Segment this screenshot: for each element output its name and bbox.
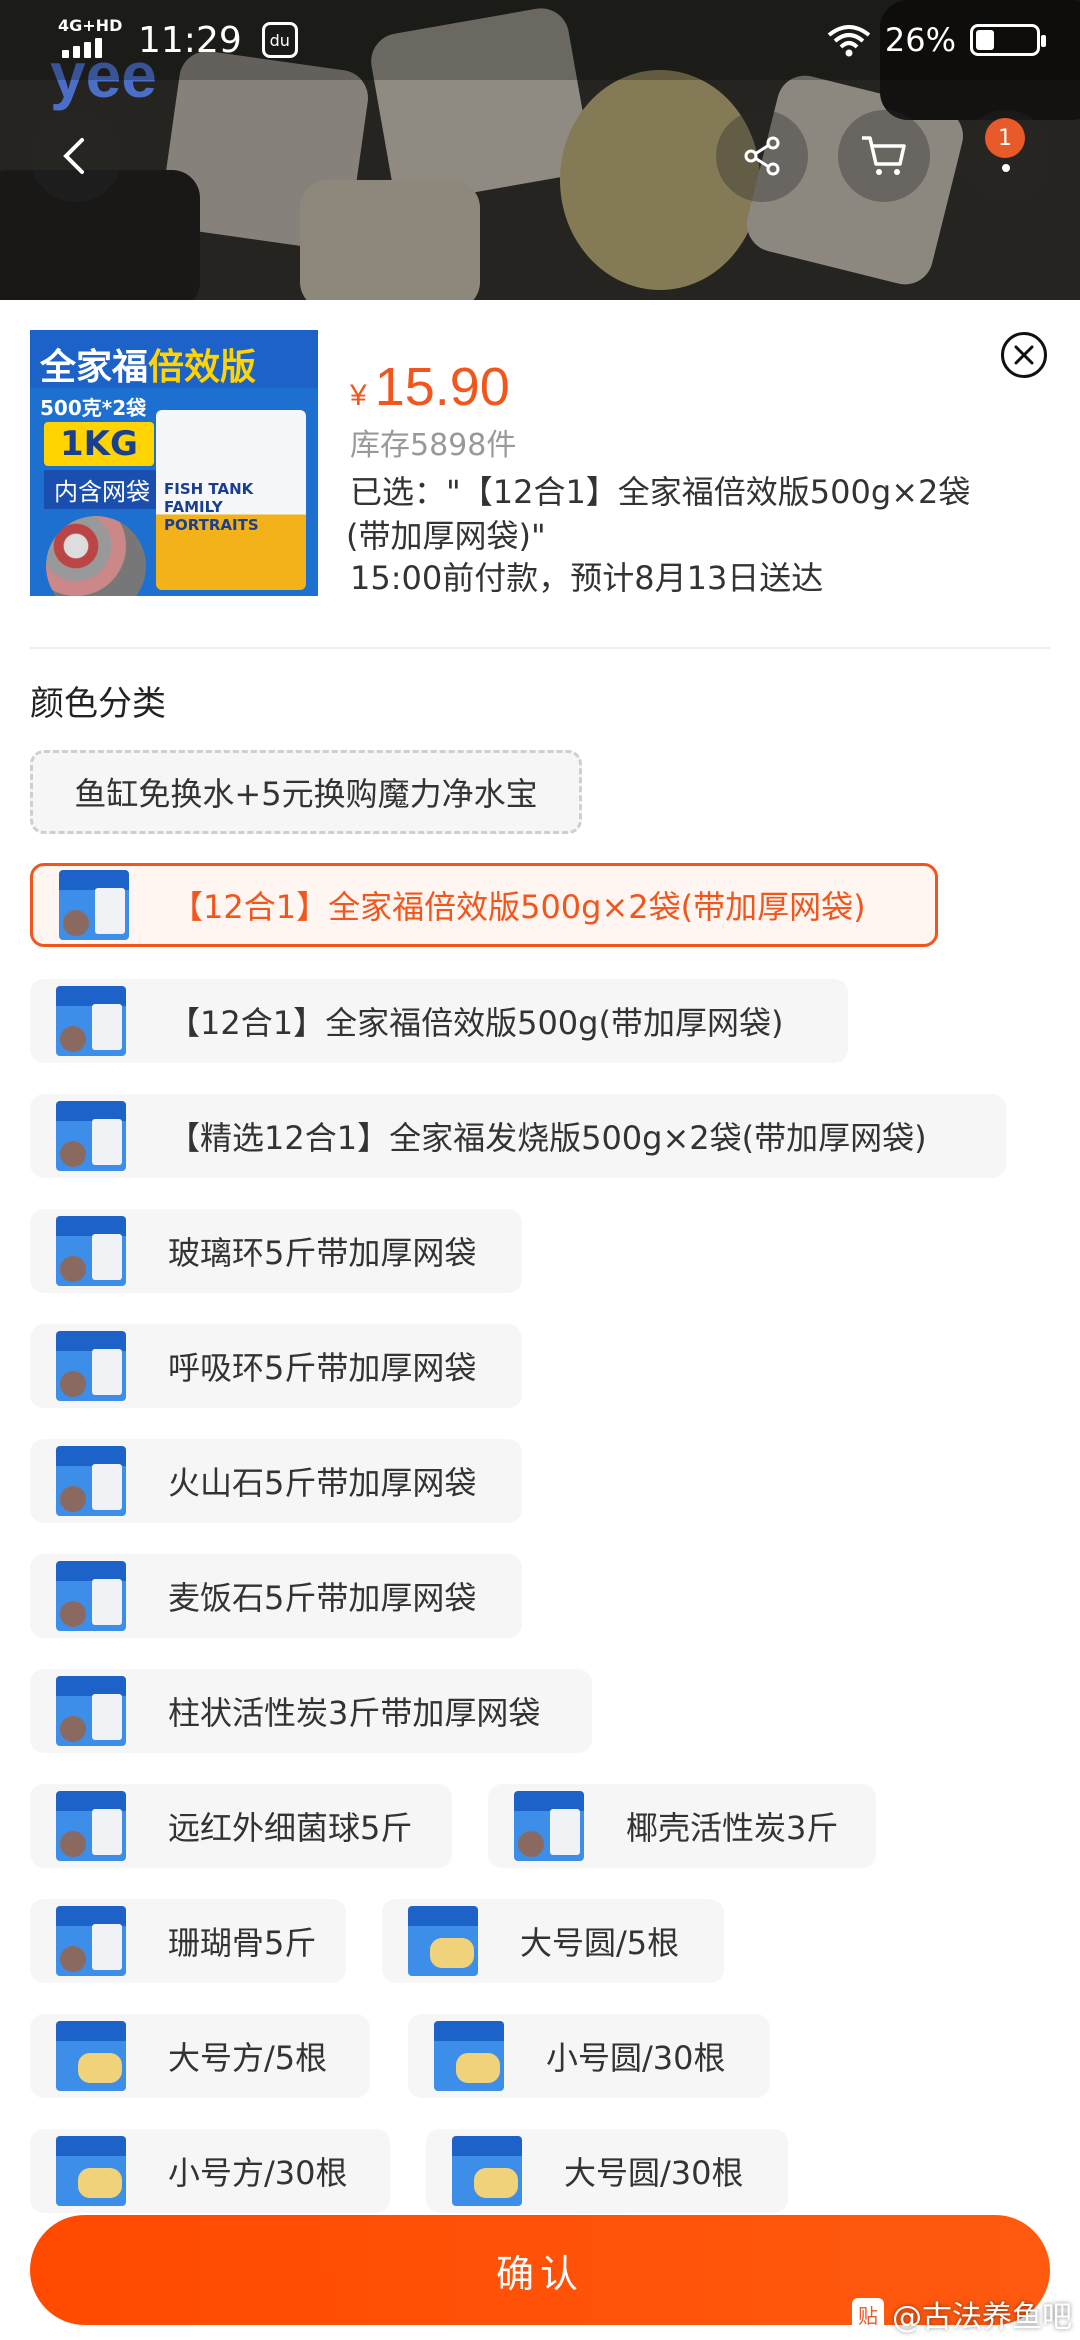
option-thumb [56,1331,126,1401]
share-button[interactable] [716,110,808,202]
option-item[interactable]: 麦饭石5斤带加厚网袋 [30,1554,522,1638]
wifi-icon [827,25,871,57]
option-item[interactable]: 【精选12合1】全家福发烧版500g×2袋(带加厚网袋) [30,1094,1006,1178]
cart-count-badge: 1 [985,118,1025,158]
cellular-signal-icon: 4G+HD [58,18,122,62]
option-thumb [452,2136,522,2206]
option-item[interactable]: 呼吸环5斤带加厚网袋 [30,1324,522,1408]
option-item[interactable]: 珊瑚骨5斤 [30,1899,346,1983]
share-icon [744,136,780,176]
option-thumb [56,1101,126,1171]
clock: 11:29 [138,19,242,61]
thumb-title: 全家福倍效版 [30,330,318,388]
option-item[interactable]: 大号方/5根 [30,2014,370,2098]
option-item[interactable]: 大号圆/30根 [426,2129,788,2213]
option-item[interactable]: 玻璃环5斤带加厚网袋 [30,1209,522,1293]
option-item[interactable]: 【12合1】全家福倍效版500g(带加厚网袋) [30,979,848,1063]
back-button[interactable] [30,110,122,202]
option-thumb [434,2021,504,2091]
close-button[interactable] [1001,332,1047,378]
close-icon [1014,345,1034,365]
status-bar: 4G+HD 11:29 du 26% [0,0,1080,80]
app-notification-icon: du [261,22,298,58]
option-addon[interactable]: 鱼缸免换水+5元换购魔力净水宝 [30,750,582,834]
option-thumb [59,870,129,940]
battery-percent: 26% [884,21,956,59]
delivery-estimate: 15:00前付款，预计8月13日送达 [350,559,824,597]
thumb-package: FISH TANK FAMILY PORTRAITS [156,410,306,590]
price: ¥15.90 [350,357,510,417]
thumb-stones-image [46,516,146,596]
option-thumb [56,1676,126,1746]
option-thumb [56,2136,126,2206]
option-item[interactable]: 火山石5斤带加厚网袋 [30,1439,522,1523]
option-thumb [56,2021,126,2091]
option-thumb [56,1561,126,1631]
selected-option-text: 已选："【12合1】全家福倍效版500g×2袋 (带加厚网袋)" [346,473,971,555]
option-thumb [56,1446,126,1516]
option-item[interactable]: 小号方/30根 [30,2129,390,2213]
option-thumb [408,1906,478,1976]
section-title-color: 颜色分类 [30,684,166,724]
option-thumb [514,1791,584,1861]
watermark: 贴 @古法养鱼吧 [852,2292,1072,2336]
cart-button[interactable] [838,110,930,202]
option-thumb [56,1906,126,1976]
product-thumbnail: 全家福倍效版 500克*2袋 1KG 内含网袋 FISH TANK FAMILY… [30,330,318,596]
thumb-net-label: 内含网袋 [44,470,160,509]
stock-count: 库存5898件 [350,428,517,463]
option-item-selected[interactable]: 【12合1】全家福倍效版500g×2袋(带加厚网袋) [30,863,938,947]
option-item[interactable]: 远红外细菌球5斤 [30,1784,452,1868]
divider [30,647,1050,649]
thumb-subtitle: 500克*2袋 [40,396,147,420]
option-thumb [56,1216,126,1286]
chevron-left-icon [63,138,84,174]
battery-icon [970,24,1046,56]
network-type: 4G+HD [58,16,123,35]
option-thumb [56,986,126,1056]
option-item[interactable]: 大号圆/5根 [382,1899,724,1983]
option-item[interactable]: 柱状活性炭3斤带加厚网袋 [30,1669,592,1753]
thumb-weight: 1KG [44,422,154,466]
cart-icon [862,136,906,175]
option-item[interactable]: 小号圆/30根 [408,2014,770,2098]
option-item[interactable]: 椰壳活性炭3斤 [488,1784,876,1868]
option-thumb [56,1791,126,1861]
